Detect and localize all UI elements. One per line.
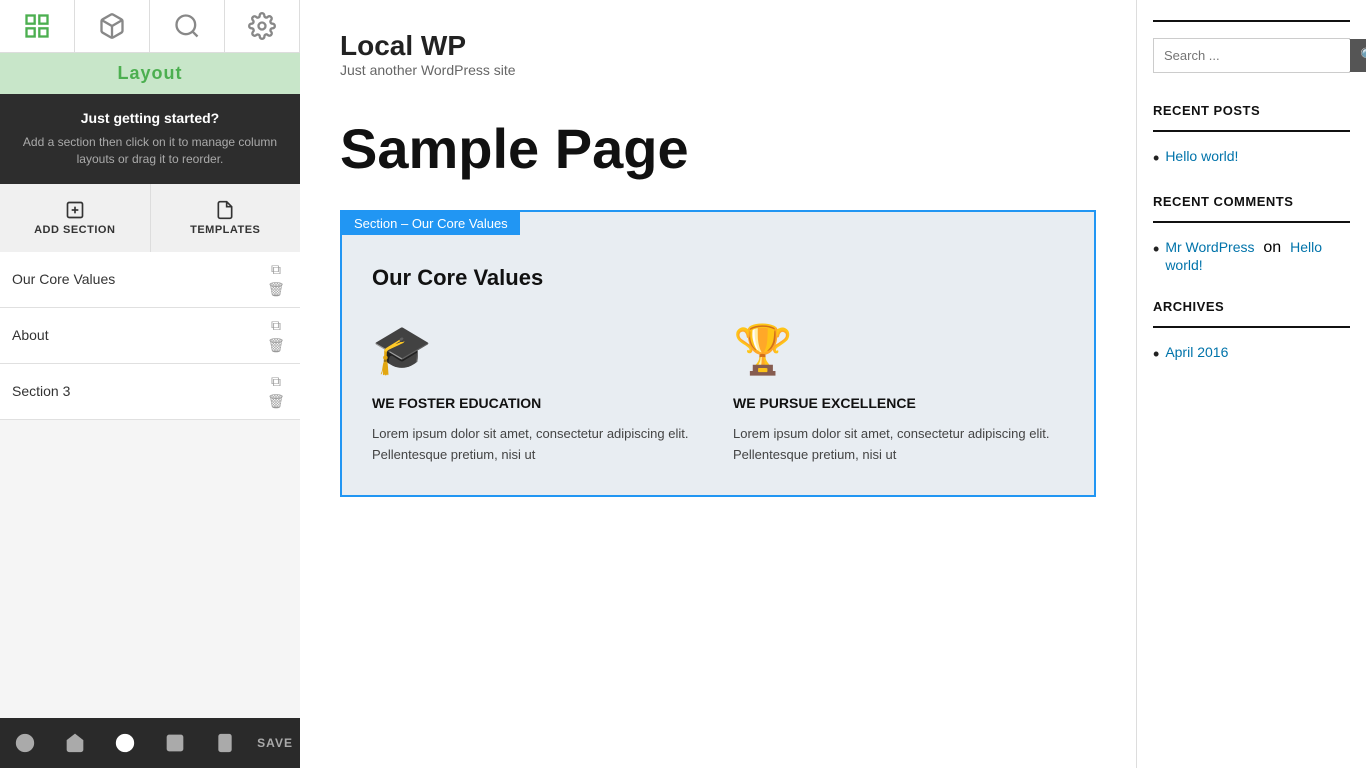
section-item-label: About (12, 327, 49, 343)
layout-title: Layout (0, 53, 300, 94)
recent-posts-title: RECENT POSTS (1153, 103, 1350, 118)
section-item-actions: ⧉ 🗑 (264, 260, 288, 298)
col-text-excellence: Lorem ipsum dolor sit amet, consectetur … (733, 424, 1064, 466)
search-icon[interactable] (150, 0, 225, 52)
recent-comments-divider (1153, 221, 1350, 223)
section-item-label: Our Core Values (12, 271, 115, 287)
left-sidebar: Layout Just getting started? Add a secti… (0, 0, 300, 768)
add-section-label: ADD SECTION (34, 224, 115, 236)
section-heading: Our Core Values (372, 265, 1064, 291)
section-inner: Our Core Values 🎓 WE FOSTER EDUCATION Lo… (342, 235, 1094, 496)
templates-label: TEMPLATES (190, 224, 260, 236)
recent-posts-list: Hello world! (1153, 148, 1350, 170)
education-icon: 🎓 (372, 321, 703, 378)
section-item-core-values[interactable]: Our Core Values ⧉ 🗑 (0, 252, 300, 308)
recent-post-link[interactable]: Hello world! (1165, 148, 1238, 164)
settings-icon[interactable] (225, 0, 300, 52)
main-content: Local WP Just another WordPress site Sam… (300, 0, 1136, 768)
trophy-icon: 🏆 (733, 321, 1064, 378)
add-section-row: ADD SECTION TEMPLATES (0, 184, 300, 252)
top-icons-bar (0, 0, 300, 53)
sections-list: Our Core Values ⧉ 🗑 About ⧉ 🗑 Section 3 … (0, 252, 300, 718)
columns-row: 🎓 WE FOSTER EDUCATION Lorem ipsum dolor … (372, 321, 1064, 466)
home-icon[interactable] (57, 725, 93, 761)
delete-icon[interactable]: 🗑 (264, 280, 288, 298)
recent-posts-divider (1153, 130, 1350, 132)
add-section-button[interactable]: ADD SECTION (0, 184, 151, 252)
mobile-icon[interactable] (207, 725, 243, 761)
archives-divider (1153, 326, 1350, 328)
col-text-education: Lorem ipsum dolor sit amet, consectetur … (372, 424, 703, 466)
section-item-actions: ⧉ 🗑 (264, 372, 288, 410)
recent-comments-list: Mr WordPress on Hello world! (1153, 239, 1350, 275)
getting-started-title: Just getting started? (16, 110, 284, 126)
list-item: Hello world! (1153, 148, 1350, 170)
copy-icon[interactable]: ⧉ (264, 316, 288, 334)
grid-layout-icon[interactable] (157, 725, 193, 761)
site-header: Local WP Just another WordPress site (300, 0, 1136, 98)
list-item: April 2016 (1153, 344, 1350, 366)
copy-icon[interactable]: ⧉ (264, 372, 288, 390)
page-title: Sample Page (340, 118, 1096, 180)
archive-link[interactable]: April 2016 (1165, 344, 1228, 360)
col-title-excellence: WE PURSUE EXCELLENCE (733, 394, 1064, 412)
box-icon[interactable] (75, 0, 150, 52)
copy-icon[interactable]: ⧉ (264, 260, 288, 278)
section-item-about[interactable]: About ⧉ 🗑 (0, 308, 300, 364)
archives-list: April 2016 (1153, 344, 1350, 366)
templates-button[interactable]: TEMPLATES (151, 184, 301, 252)
section-item-label: Section 3 (12, 383, 70, 399)
getting-started-panel: Just getting started? Add a section then… (0, 94, 300, 184)
top-divider (1153, 20, 1350, 22)
section-preview[interactable]: Section – Our Core Values Our Core Value… (340, 210, 1096, 498)
delete-icon[interactable]: 🗑 (264, 336, 288, 354)
search-box: 🔍 (1153, 38, 1350, 73)
grid-icon[interactable] (0, 0, 75, 52)
archives-title: ARCHIVES (1153, 299, 1350, 314)
page-content: Sample Page Section – Our Core Values Ou… (300, 98, 1136, 768)
right-sidebar: 🔍 RECENT POSTS Hello world! RECENT COMME… (1136, 0, 1366, 768)
save-button[interactable]: SAVE (257, 736, 293, 750)
recent-comments-title: RECENT COMMENTS (1153, 194, 1350, 209)
section-label-bar: Section – Our Core Values (342, 212, 520, 235)
search-input[interactable] (1154, 40, 1350, 71)
site-tagline: Just another WordPress site (340, 62, 1096, 78)
list-item: Mr WordPress on Hello world! (1153, 239, 1350, 275)
page-title-area: Sample Page (340, 98, 1096, 210)
plus-circle-icon[interactable] (7, 725, 43, 761)
search-button[interactable]: 🔍 (1350, 39, 1366, 72)
delete-icon[interactable]: 🗑 (264, 392, 288, 410)
comment-author-link[interactable]: Mr WordPress (1165, 239, 1254, 255)
site-title: Local WP (340, 30, 1096, 62)
comment-text: Mr WordPress on Hello world! (1165, 239, 1350, 275)
column-education: 🎓 WE FOSTER EDUCATION Lorem ipsum dolor … (372, 321, 703, 466)
getting-started-desc: Add a section then click on it to manage… (16, 134, 284, 168)
sidebar-bottom-toolbar: SAVE (0, 718, 300, 768)
section-item-actions: ⧉ 🗑 (264, 316, 288, 354)
column-excellence: 🏆 WE PURSUE EXCELLENCE Lorem ipsum dolor… (733, 321, 1064, 466)
section-item-section3[interactable]: Section 3 ⧉ 🗑 (0, 364, 300, 420)
col-title-education: WE FOSTER EDUCATION (372, 394, 703, 412)
info-icon[interactable] (107, 725, 143, 761)
